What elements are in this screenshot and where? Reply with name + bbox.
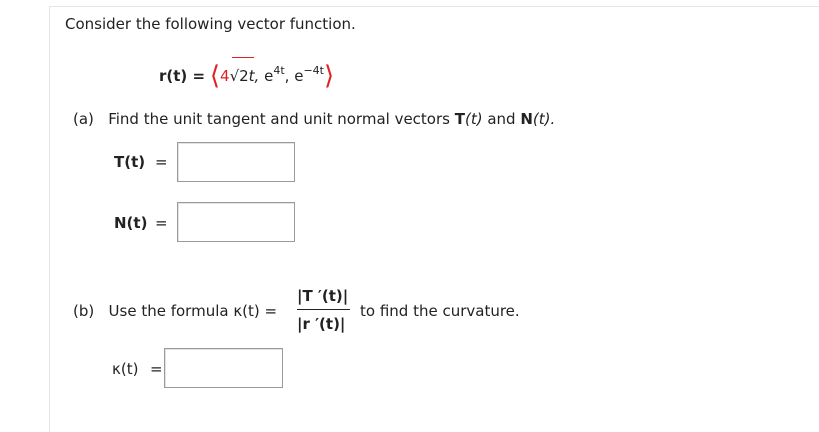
- N-equals: =: [155, 214, 168, 232]
- radicand: 2: [239, 67, 249, 85]
- part-a-label: (a): [73, 110, 94, 128]
- exponent-1: 4t: [273, 64, 285, 77]
- part-b-prompt: (b) Use the formula κ(t) =: [73, 304, 277, 319]
- vector-function: r(t) = ⟨4√2t, e4t, e−4t⟩: [159, 60, 334, 89]
- vector-function-lhs: r(t) =: [159, 67, 206, 85]
- sqrt-overbar: [232, 57, 254, 58]
- var-t: t,: [248, 67, 260, 85]
- T-equals: =: [155, 153, 168, 171]
- N-label: N(t): [114, 214, 148, 232]
- and-word: and: [482, 110, 521, 128]
- left-angle-bracket: ⟨: [209, 61, 221, 91]
- kappa-label: κ(t): [112, 360, 139, 378]
- fraction-bar: [297, 309, 350, 310]
- T-bold: T: [454, 110, 465, 128]
- N-bold: N: [520, 110, 533, 128]
- kappa-answer-input[interactable]: [164, 348, 283, 388]
- T-answer-input[interactable]: [177, 142, 295, 182]
- panel-left-border: [49, 6, 50, 432]
- kappa-equals: =: [150, 360, 163, 378]
- t-paren: (t): [464, 110, 483, 128]
- sqrt-symbol: √: [229, 67, 240, 85]
- right-angle-bracket: ⟩: [323, 61, 335, 91]
- part-b-post-text: to find the curvature.: [360, 302, 520, 320]
- comma-2: ,: [284, 67, 290, 85]
- part-b-label: (b): [73, 302, 95, 320]
- base-e-1: e: [264, 67, 274, 85]
- part-b-text: Use the formula κ(t) =: [108, 302, 278, 320]
- intro-text: Consider the following vector function.: [65, 15, 356, 33]
- t-paren-2: (t).: [532, 110, 556, 128]
- curvature-numerator: |T ′(t)|: [297, 287, 349, 305]
- curvature-denominator: |r ′(t)|: [297, 315, 346, 333]
- exponent-2: −4t: [303, 64, 324, 77]
- panel-top-border: [49, 6, 819, 7]
- T-label: T(t): [114, 153, 146, 171]
- part-a-prompt: (a) Find the unit tangent and unit norma…: [73, 112, 555, 127]
- coef: 4: [220, 67, 230, 85]
- part-a-text: Find the unit tangent and unit normal ve…: [108, 110, 455, 128]
- N-answer-input[interactable]: [177, 202, 295, 242]
